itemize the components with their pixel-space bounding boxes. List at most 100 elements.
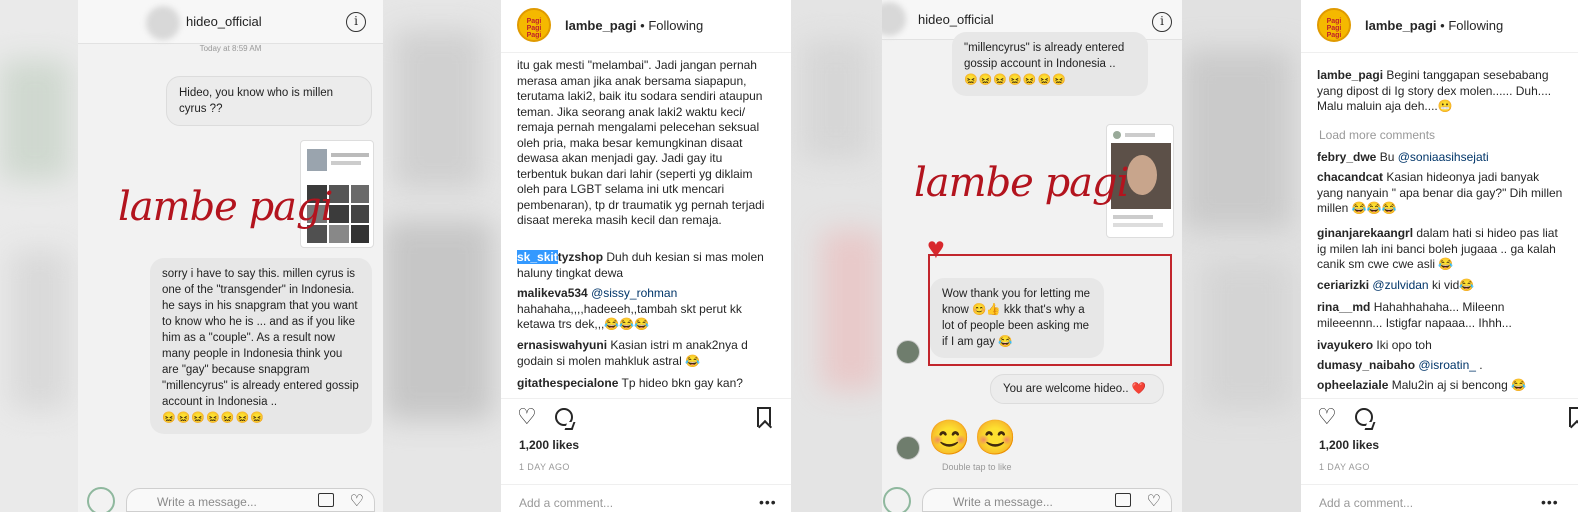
blurred-background-left: [0, 0, 78, 512]
received-message-text: sorry i have to say this. millen cyrus i…: [162, 268, 359, 408]
post-header: Pagi Pagi Pagi lambe_pagi • Following: [1301, 0, 1578, 52]
avatar: [896, 340, 920, 364]
instagram-post-2: Pagi Pagi Pagi lambe_pagi • Following la…: [1301, 0, 1578, 512]
instagram-post-1: Pagi Pagi Pagi lambe_pagi • Following it…: [501, 0, 791, 512]
post-age: 1 DAY AGO: [1319, 462, 1370, 472]
message-composer[interactable]: Write a message... ♡: [883, 487, 1172, 512]
lambe-pagi-watermark: lambe pagi: [118, 184, 333, 230]
sent-message: You are welcome hideo.. ❤️: [990, 374, 1164, 404]
comment-username[interactable]: febry_dwe: [1317, 150, 1376, 164]
comment-username[interactable]: ivayukero: [1317, 338, 1373, 352]
image-icon[interactable]: [318, 493, 334, 507]
received-message: sorry i have to say this. millen cyrus i…: [150, 258, 372, 434]
footer-divider: [501, 484, 791, 485]
comment: opheelaziale Malu2in aj si bencong 😂: [1317, 378, 1567, 394]
post-username[interactable]: lambe_pagi: [1365, 18, 1437, 33]
heart-icon[interactable]: ♡: [350, 491, 364, 511]
caption: lambe_pagi Begini tanggapan sesebabang y…: [1317, 68, 1567, 115]
double-tap-hint: Double tap to like: [942, 462, 1012, 472]
comment-username[interactable]: malikeva534: [517, 286, 588, 300]
comments-divider: [501, 398, 791, 399]
avatar: [882, 2, 906, 36]
emoji-sticker: 😊: [928, 419, 971, 457]
comment-mention[interactable]: @sissy_rohman: [588, 286, 677, 300]
comment-text: Iki opo toh: [1373, 338, 1432, 352]
chat-header: hideo_official i: [78, 0, 383, 44]
follow-status[interactable]: • Following: [1440, 18, 1503, 33]
comment-username[interactable]: ceriarizki: [1317, 278, 1369, 292]
camera-icon[interactable]: [87, 487, 115, 512]
header-divider: [1301, 52, 1578, 53]
camera-icon[interactable]: [883, 487, 911, 512]
blurred-background-center: [791, 0, 882, 512]
chat-screenshot-2: hideo_official i "millencyrus" is alread…: [882, 0, 1182, 512]
bookmark-icon[interactable]: [757, 407, 771, 427]
chat-contact-name: hideo_official: [918, 12, 994, 27]
heart-icon[interactable]: ♡: [1147, 491, 1161, 511]
comment: gitathespecialone Tp hideo bkn gay kan?: [517, 376, 775, 392]
sent-message: Hideo, you know who is millen cyrus ??: [166, 76, 372, 126]
comment-username[interactable]: gitathespecialone: [517, 376, 618, 390]
message-input-placeholder[interactable]: Write a message...: [953, 495, 1053, 509]
comment-text: Malu2in aj si bencong 😂: [1388, 378, 1527, 392]
header-divider: [501, 52, 791, 53]
comment-text-after: ki vid😂: [1428, 278, 1475, 292]
comment: ceriarizki @zulvidan ki vid😂: [1317, 278, 1567, 294]
likes-count[interactable]: 1,200 likes: [519, 438, 579, 452]
chat-contact-name: hideo_official: [186, 14, 262, 29]
comment-mention[interactable]: @zulvidan: [1372, 278, 1428, 292]
received-message-emojis: 😖😖😖😖😖😖😖: [162, 412, 265, 424]
info-icon[interactable]: i: [346, 12, 366, 32]
lambe-pagi-watermark: lambe pagi: [914, 160, 1129, 206]
received-message-emojis: 😖😖😖😖😖😖😖: [964, 74, 1067, 86]
comment-username-selected[interactable]: sk_skit: [517, 250, 558, 264]
caption-username[interactable]: lambe_pagi: [1317, 68, 1383, 82]
post-username[interactable]: lambe_pagi: [565, 18, 637, 33]
comment: sk_skittyzshop Duh duh kesian si mas mol…: [517, 250, 775, 281]
comment-icon[interactable]: [555, 408, 573, 426]
comment: rina__md Hahahhahaha... Mileenn mileeenn…: [1317, 300, 1567, 331]
comment: dumasy_naibaho @isroatin_ .: [1317, 358, 1567, 374]
add-comment-input[interactable]: Add a comment...: [519, 496, 613, 510]
more-options-icon[interactable]: •••: [759, 494, 777, 510]
post-username-line: lambe_pagi • Following: [565, 18, 703, 33]
post-actions: ♡: [517, 406, 771, 430]
comment-username[interactable]: chacandcat: [1317, 170, 1383, 184]
received-reply: Wow thank you for letting me know 😊👍 kkk…: [930, 278, 1104, 358]
info-icon[interactable]: i: [1152, 12, 1172, 32]
more-options-icon[interactable]: •••: [1541, 494, 1559, 510]
comment-username[interactable]: ginanjarekaangrl: [1317, 226, 1413, 240]
likes-count[interactable]: 1,200 likes: [1319, 438, 1379, 452]
received-message-text: "millencyrus" is already entered gossip …: [964, 42, 1125, 70]
message-composer[interactable]: Write a message... ♡: [87, 487, 375, 512]
add-comment-input[interactable]: Add a comment...: [1319, 496, 1413, 510]
sent-message-text: You are welcome hideo.. ❤️: [1003, 383, 1147, 395]
comment-text-after: .: [1475, 358, 1483, 372]
comment-username[interactable]: ernasiswahyuni: [517, 338, 607, 352]
comment-mention[interactable]: @soniaasihsejati: [1398, 150, 1489, 164]
follow-status[interactable]: • Following: [640, 18, 703, 33]
like-heart-icon[interactable]: ♡: [1317, 406, 1337, 428]
avatar[interactable]: Pagi Pagi Pagi: [1317, 8, 1351, 42]
comment-icon[interactable]: [1355, 408, 1373, 426]
caption: itu gak mesti "melambai". Jadi jangan pe…: [517, 58, 775, 229]
comment-username[interactable]: dumasy_naibaho: [1317, 358, 1415, 372]
post-username-line: lambe_pagi • Following: [1365, 18, 1503, 33]
bookmark-icon[interactable]: [1569, 407, 1578, 427]
load-more-comments[interactable]: Load more comments: [1319, 128, 1435, 142]
like-heart-icon[interactable]: ♡: [517, 406, 537, 428]
comment: chacandcat Kasian hideonya jadi banyak y…: [1317, 170, 1567, 217]
comment-username[interactable]: opheelaziale: [1317, 378, 1388, 392]
comment: febry_dwe Bu @soniaasihsejati: [1317, 150, 1567, 166]
emoji-sticker: 😊: [974, 419, 1017, 457]
comment-username[interactable]: tyzshop: [558, 250, 603, 264]
message-input-placeholder[interactable]: Write a message...: [157, 495, 257, 509]
comment-username[interactable]: rina__md: [1317, 300, 1370, 314]
image-icon[interactable]: [1115, 493, 1131, 507]
avatar[interactable]: Pagi Pagi Pagi: [517, 8, 551, 42]
comment-text: Bu: [1376, 150, 1398, 164]
comment-mention[interactable]: @isroatin_: [1418, 358, 1476, 372]
comments-divider: [1301, 398, 1578, 399]
post-actions: ♡: [1317, 406, 1578, 430]
comment: ginanjarekaangrl dalam hati si hideo pas…: [1317, 226, 1567, 273]
